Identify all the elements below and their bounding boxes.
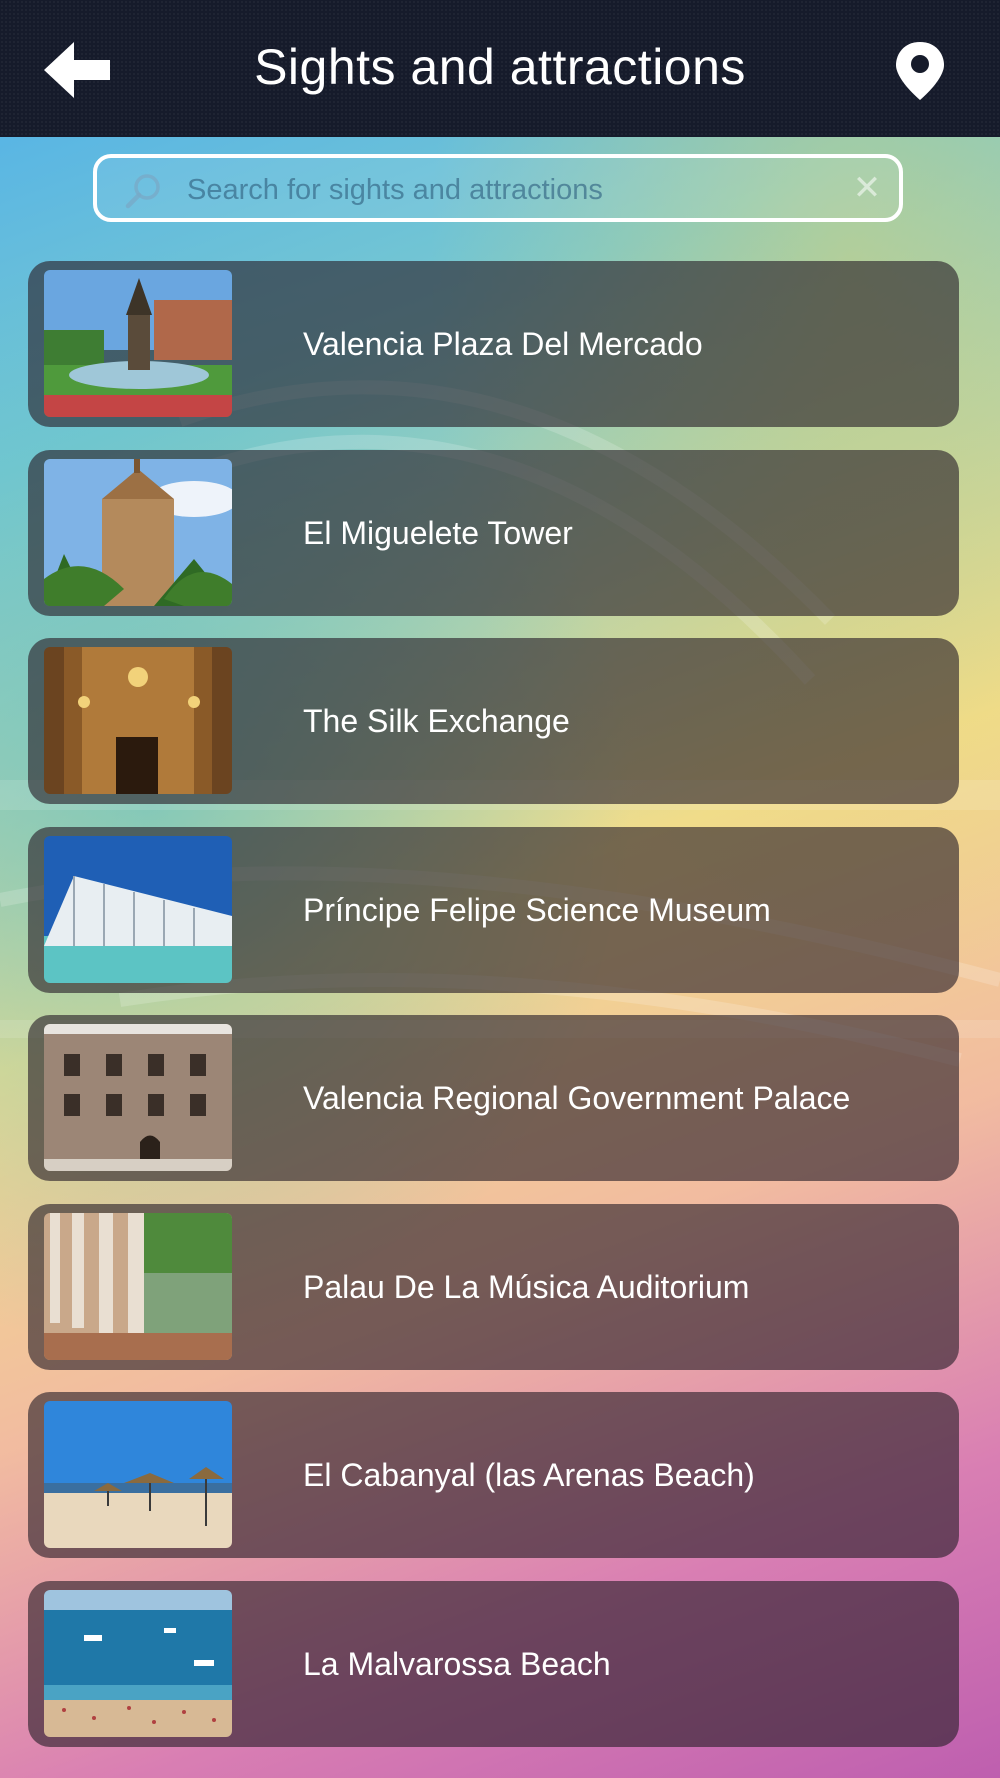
list-item[interactable]: Príncipe Felipe Science Museum: [28, 826, 959, 993]
thumbnail-beach-umbrellas: [44, 1401, 232, 1548]
thumbnail-auditorium: [44, 1212, 232, 1360]
item-label: El Cabanyal (las Arenas Beach): [303, 1457, 755, 1493]
list-item[interactable]: Palau De La Música Auditorium: [28, 1203, 959, 1370]
item-label: Príncipe Felipe Science Museum: [303, 891, 771, 928]
thumbnail-crowded-beach: [44, 1589, 232, 1737]
search-input[interactable]: [185, 166, 809, 214]
map-pin-icon: [896, 42, 944, 100]
thumbnail-museum: [44, 835, 232, 983]
page-title: Sights and attractions: [254, 39, 746, 95]
thumbnail-palace: [44, 1024, 232, 1171]
search-bar[interactable]: ✕: [93, 154, 903, 222]
item-label: Valencia Regional Government Palace: [303, 1080, 851, 1116]
list-item[interactable]: Valencia Regional Government Palace: [28, 1015, 959, 1181]
attractions-list: Valencia Plaza Del Mercado El Miguelete …: [28, 261, 960, 1769]
item-label: Valencia Plaza Del Mercado: [303, 326, 703, 362]
search-icon: [125, 174, 160, 209]
list-item[interactable]: Valencia Plaza Del Mercado: [28, 261, 959, 427]
back-arrow-icon: [44, 42, 110, 98]
item-label: La Malvarossa Beach: [303, 1645, 611, 1682]
item-label: El Miguelete Tower: [303, 514, 573, 551]
list-item[interactable]: El Miguelete Tower: [28, 449, 959, 616]
item-label: The Silk Exchange: [303, 703, 570, 739]
thumbnail-plaza: [44, 270, 232, 417]
thumbnail-tower: [44, 458, 232, 606]
top-bar: Sights and attractions: [0, 0, 1000, 137]
list-item[interactable]: The Silk Exchange: [28, 638, 959, 804]
clear-icon[interactable]: ✕: [849, 170, 885, 206]
item-label: Palau De La Música Auditorium: [303, 1268, 750, 1305]
map-button[interactable]: [890, 40, 950, 102]
screen: Sights and attractions ✕: [0, 0, 1000, 1778]
thumbnail-hall: [44, 647, 232, 794]
list-item[interactable]: El Cabanyal (las Arenas Beach): [28, 1392, 959, 1558]
list-item[interactable]: La Malvarossa Beach: [28, 1580, 959, 1747]
back-button[interactable]: [44, 40, 114, 100]
